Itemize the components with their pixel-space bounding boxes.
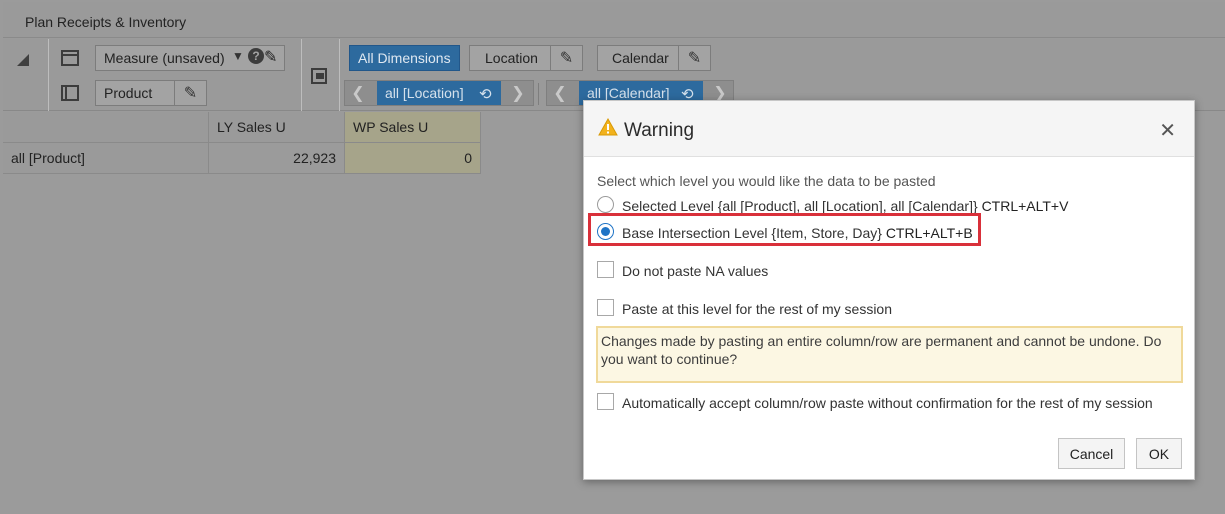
calendar-nav-text: all [Calendar] xyxy=(587,85,670,101)
calendar-label: Calendar xyxy=(612,50,669,66)
warning-icon xyxy=(598,118,618,136)
cancel-label: Cancel xyxy=(1069,445,1114,462)
chevron-left-icon[interactable]: ❮ xyxy=(345,81,371,105)
collapse-toolbar-icon[interactable] xyxy=(17,54,29,66)
cell-value: 0 xyxy=(464,150,472,166)
product-dimension-button[interactable]: Product ✎ xyxy=(95,80,207,106)
dialog-header: Warning ✕ xyxy=(584,101,1194,157)
reset-location-icon[interactable]: ⟲ xyxy=(479,85,492,103)
grid-corner xyxy=(3,112,209,143)
checkbox-label: Paste at this level for the rest of my s… xyxy=(622,301,893,317)
column-header-ly-sales-u[interactable]: LY Sales U xyxy=(209,112,345,143)
measure-label: Measure (unsaved) xyxy=(104,50,225,66)
divider xyxy=(339,39,340,111)
app-window: Plan Receipts & Inventory Measure (unsav… xyxy=(0,0,1225,514)
radio-base-intersection-level[interactable] xyxy=(597,223,614,240)
cell-value: 22,923 xyxy=(293,150,336,166)
checkbox-paste-level-session[interactable] xyxy=(597,299,614,316)
chevron-left-icon[interactable]: ❮ xyxy=(547,81,573,105)
checkbox-no-paste-na[interactable] xyxy=(597,261,614,278)
edit-measure-pencil-icon[interactable]: ✎ xyxy=(264,47,277,67)
cancel-button[interactable]: Cancel xyxy=(1058,438,1125,469)
column-layout-icon[interactable] xyxy=(61,85,79,101)
paste-warning-note: Changes made by pasting an entire column… xyxy=(596,326,1183,383)
dialog-title: Warning xyxy=(624,120,695,141)
checkbox-label: Automatically accept column/row paste wi… xyxy=(622,395,1153,411)
chevron-right-icon[interactable]: ❯ xyxy=(505,81,531,105)
close-icon[interactable]: ✕ xyxy=(1159,118,1176,143)
radio-selected-level[interactable] xyxy=(597,196,614,213)
divider xyxy=(538,83,539,105)
edit-product-pencil-icon[interactable]: ✎ xyxy=(174,81,206,105)
paste-level-prompt: Select which level you would like the da… xyxy=(597,173,936,189)
divider xyxy=(48,39,49,111)
chevron-down-icon[interactable]: ▼ xyxy=(232,49,244,63)
ok-label: OK xyxy=(1148,445,1170,462)
column-header-label: LY Sales U xyxy=(217,119,286,135)
column-header-label: WP Sales U xyxy=(353,119,429,135)
cell-wp-sales-u[interactable]: 0 xyxy=(345,143,481,174)
help-icon[interactable]: ? xyxy=(248,48,264,64)
location-navigator: ❮ all [Location] ⟲ ❯ xyxy=(344,80,534,106)
option-selected-level[interactable]: Selected Level {all [Product], all [Loca… xyxy=(622,198,1068,214)
warning-dialog: Warning ✕ Select which level you would l… xyxy=(583,100,1195,480)
row-layout-icon[interactable] xyxy=(61,50,79,66)
shortcut-text: CTRL+ALT+B xyxy=(885,225,973,241)
all-dimensions-label: All Dimensions xyxy=(358,50,451,66)
option-label: Selected Level {all [Product], all [Loca… xyxy=(622,198,978,214)
window-title: Plan Receipts & Inventory xyxy=(25,14,187,30)
row-header-label: all [Product] xyxy=(11,150,85,166)
divider xyxy=(301,39,302,111)
location-dimension-button[interactable]: Location ✎ xyxy=(469,45,583,71)
ok-button[interactable]: OK xyxy=(1136,438,1182,469)
measure-selector[interactable]: Measure (unsaved) ▼ ? ✎ xyxy=(95,45,285,71)
column-header-wp-sales-u[interactable]: WP Sales U xyxy=(345,112,481,143)
row-header-all-product[interactable]: all [Product] xyxy=(3,143,209,174)
option-label: Base Intersection Level {Item, Store, Da… xyxy=(622,225,882,241)
calendar-dimension-button[interactable]: Calendar ✎ xyxy=(597,45,711,71)
checkbox-auto-accept-paste[interactable] xyxy=(597,393,614,410)
location-nav-text: all [Location] xyxy=(385,85,464,101)
shortcut-text: CTRL+ALT+V xyxy=(981,198,1069,214)
location-label: Location xyxy=(485,50,538,66)
all-dimensions-button[interactable]: All Dimensions xyxy=(349,45,460,71)
cell-ly-sales-u[interactable]: 22,923 xyxy=(209,143,345,174)
title-bar: Plan Receipts & Inventory xyxy=(3,2,1225,38)
product-label: Product xyxy=(104,85,153,101)
checkbox-label: Do not paste NA values xyxy=(622,263,769,279)
edit-calendar-pencil-icon[interactable]: ✎ xyxy=(678,46,710,70)
pivot-area-icon[interactable] xyxy=(311,68,327,84)
edit-location-pencil-icon[interactable]: ✎ xyxy=(550,46,582,70)
option-base-intersection-level[interactable]: Base Intersection Level {Item, Store, Da… xyxy=(622,225,973,241)
